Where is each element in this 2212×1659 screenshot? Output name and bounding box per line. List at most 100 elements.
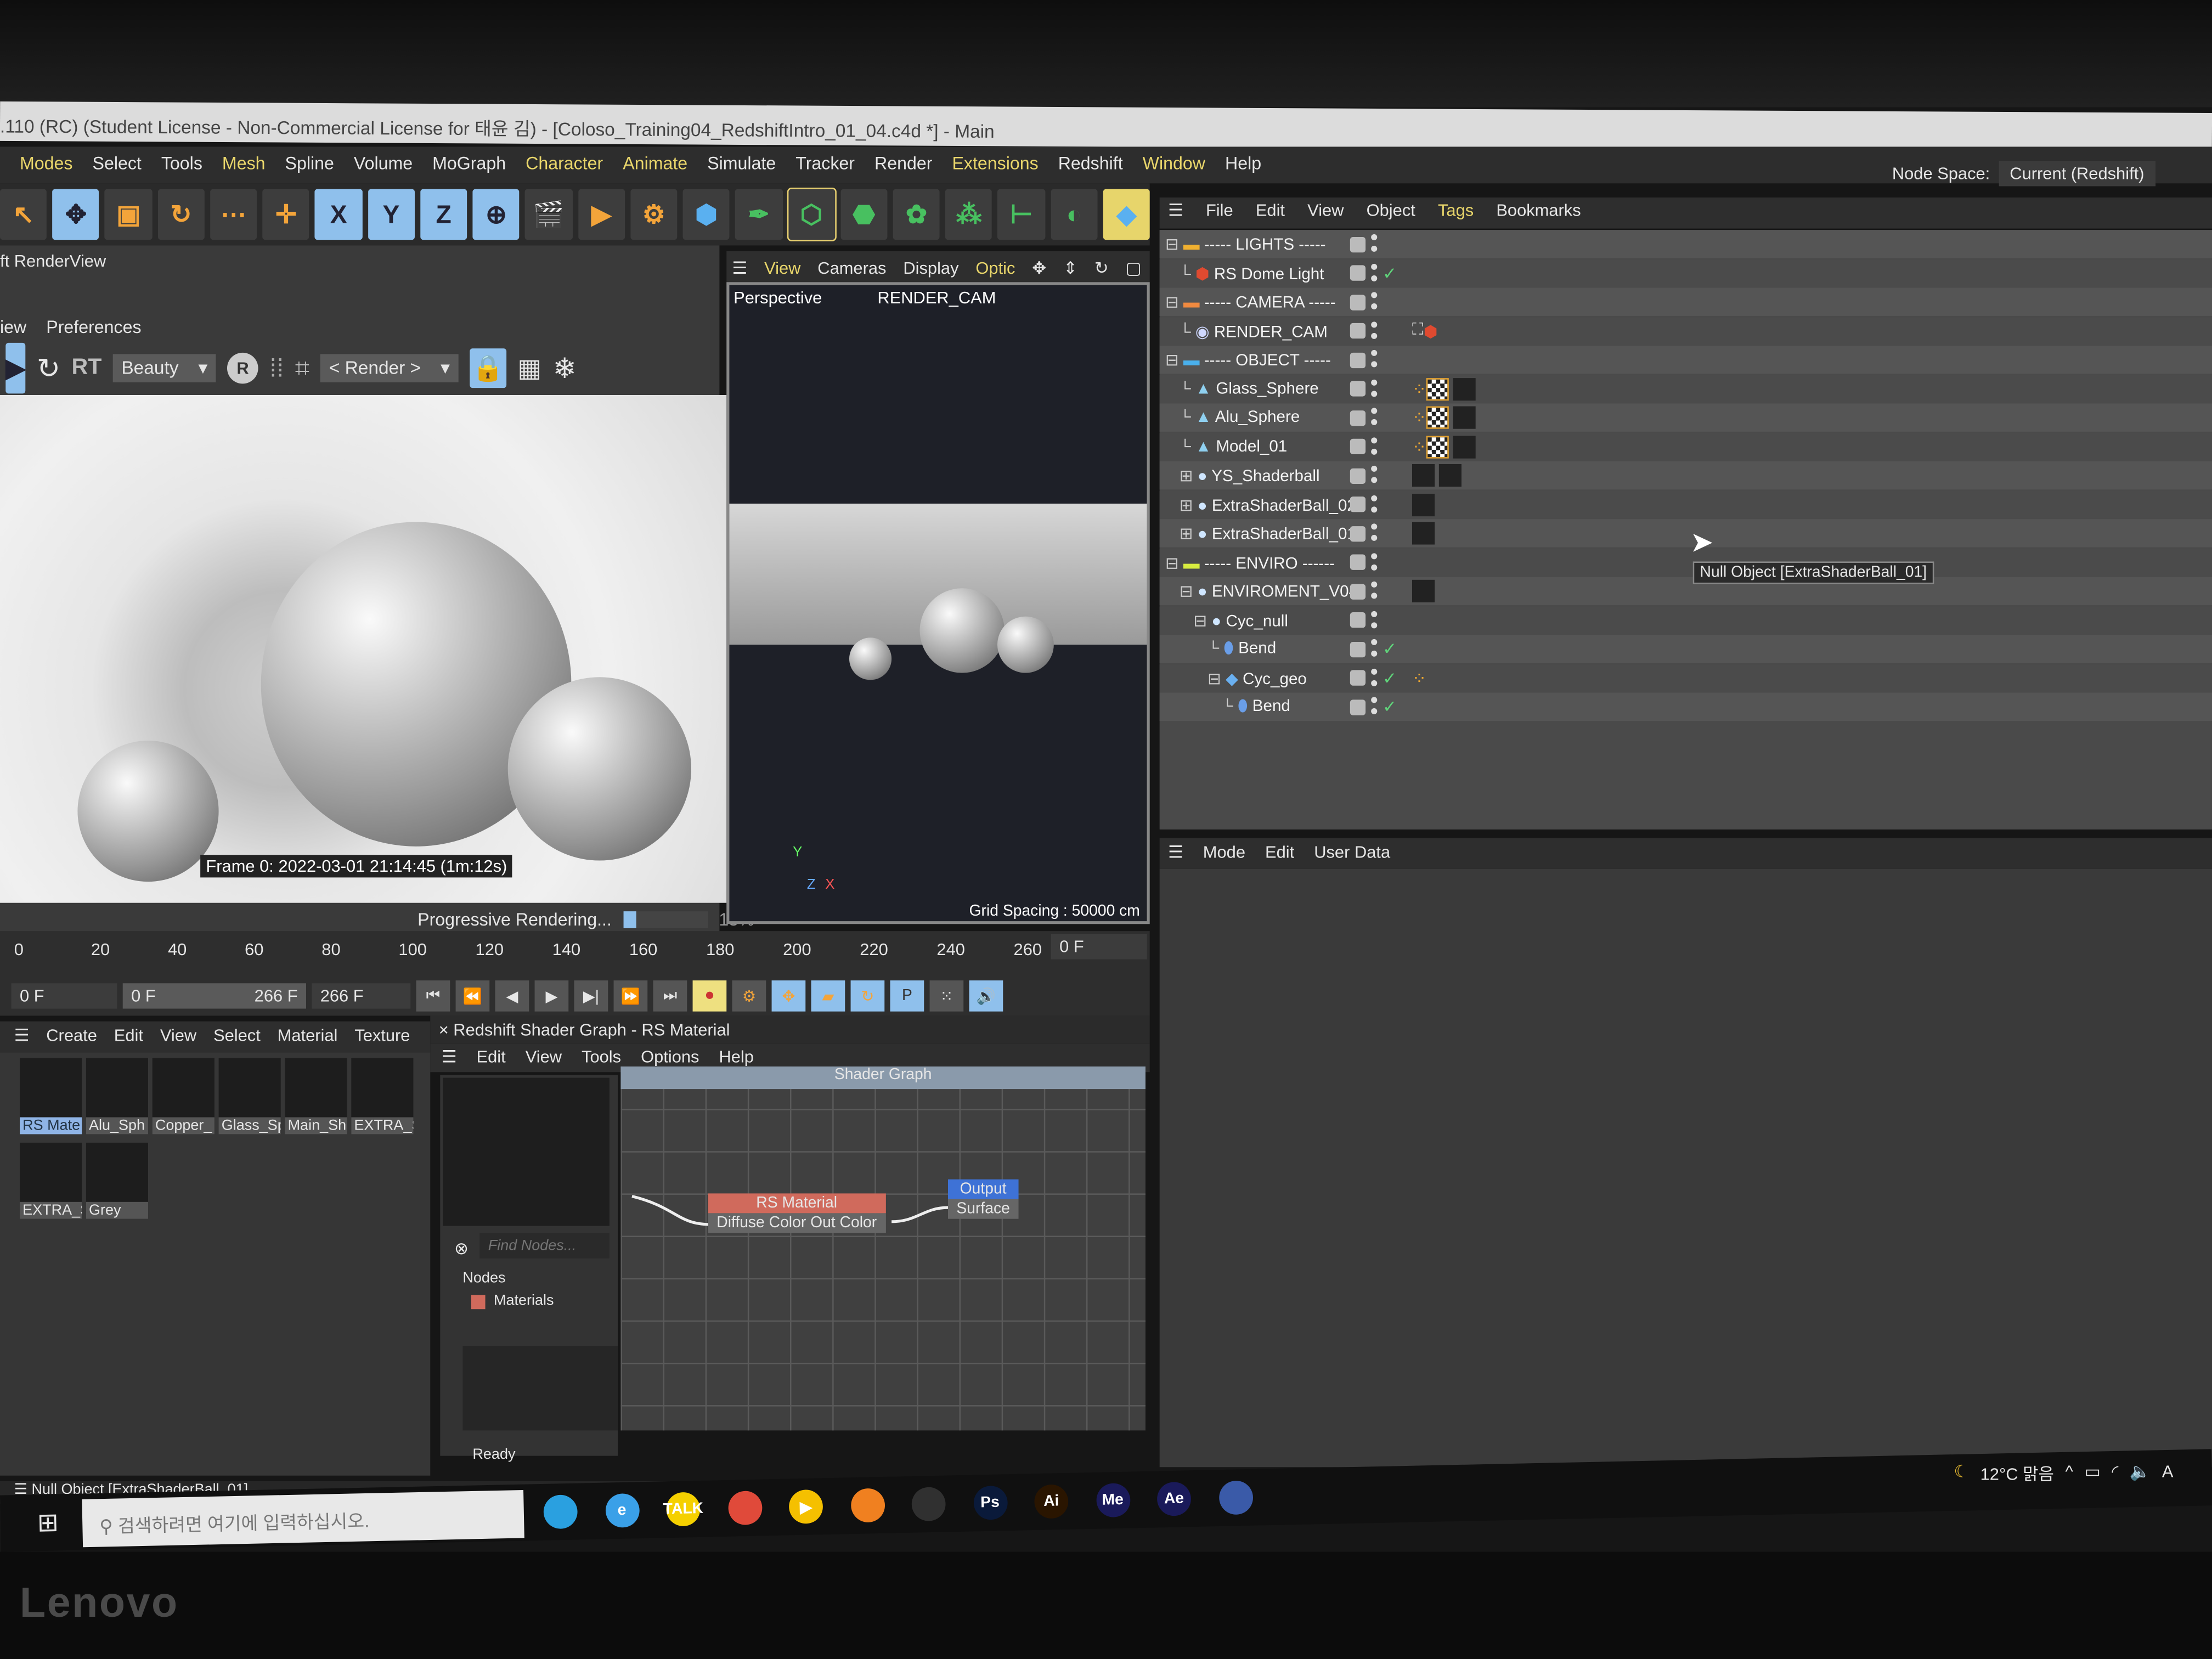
aov-select[interactable]: Beauty ▾ (112, 354, 216, 382)
hamburger-icon[interactable]: ☰ (442, 1047, 457, 1069)
expand-icon[interactable]: ⊞ (1180, 497, 1198, 514)
menu-tracker[interactable]: Tracker (795, 154, 855, 183)
material-tag-icon[interactable] (1412, 493, 1435, 516)
layer-checkbox[interactable] (1350, 294, 1366, 310)
obs-icon[interactable] (911, 1487, 946, 1522)
enabled-check-icon[interactable]: ✓ (1383, 697, 1397, 716)
layer-checkbox[interactable] (1350, 525, 1366, 541)
object-row[interactable]: ⊟ ● ENVIROMENT_V04 ● ● (1159, 577, 2212, 606)
grid-icon[interactable]: ▦ (517, 353, 541, 383)
kakaotalk-icon[interactable]: TALK (663, 1492, 703, 1527)
viewport-menu-display[interactable]: Display (903, 258, 958, 278)
visibility-dots-icon[interactable]: ● ● (1370, 693, 1379, 719)
object-row[interactable]: └ ⬮ Bend ● ● ✓ (1159, 692, 2212, 721)
move-icon[interactable]: ✥ (52, 189, 100, 240)
enabled-check-icon[interactable]: ✓ (1383, 668, 1397, 688)
visibility-dots-icon[interactable]: ● ● (1370, 462, 1379, 487)
phong-tag-icon[interactable]: ⁘ (1412, 408, 1426, 427)
y-axis-icon[interactable]: Y (368, 189, 415, 240)
subdivision-icon[interactable]: ⬡ (786, 187, 837, 241)
coordinate-system-icon[interactable]: ⊕ (472, 189, 520, 240)
material-tag-icon[interactable] (1453, 406, 1476, 429)
mm-menu-create[interactable]: Create (46, 1025, 97, 1048)
start-render-icon[interactable]: ▶ (5, 342, 26, 394)
hamburger-icon[interactable]: ☰ (14, 1025, 30, 1048)
sg-menu-options[interactable]: Options (641, 1047, 699, 1069)
target-tag-icon[interactable]: ⛶ (1412, 321, 1424, 340)
previous-key-icon[interactable]: ⏪ (455, 980, 490, 1012)
object-row[interactable]: ⊞ ● ExtraShaderBall_02 ● ● (1159, 490, 2212, 518)
output-node-port[interactable]: Surface (947, 1199, 1019, 1219)
collapse-icon[interactable]: ⊟ (1193, 613, 1211, 630)
rs-object-tag-icon[interactable] (1426, 377, 1449, 400)
expand-icon[interactable]: ⊞ (1180, 469, 1198, 486)
layer-checkbox[interactable] (1350, 699, 1366, 715)
object-row[interactable]: ⊟ ● Cyc_null ● ● (1159, 606, 2212, 634)
move-view-icon[interactable]: ✥ (1032, 258, 1046, 278)
phong-tag-icon[interactable]: ⁘ (1412, 379, 1426, 398)
viewport-menu-view[interactable]: View (764, 258, 800, 278)
object-row[interactable]: ⊟ ▬ ----- LIGHTS ----- ● ● (1159, 230, 2212, 258)
dots-grid-icon[interactable]: ⁞⁞ (269, 353, 284, 383)
blender-icon[interactable] (850, 1488, 885, 1523)
z-axis-icon[interactable]: Z (420, 189, 467, 240)
chevron-up-icon[interactable]: ^ (2066, 1462, 2074, 1486)
material-swatch[interactable]: EXTRA_S (351, 1058, 414, 1135)
object-row[interactable]: ⊟ ◆ Cyc_geo ● ● ✓ ⁘ (1159, 663, 2212, 692)
menu-simulate[interactable]: Simulate (707, 154, 776, 183)
attr-menu-user-data[interactable]: User Data (1314, 842, 1390, 865)
menu-extensions[interactable]: Extensions (952, 154, 1038, 183)
sg-menu-view[interactable]: View (526, 1047, 562, 1069)
volume-icon[interactable]: 🔈 (2130, 1462, 2151, 1486)
om-menu-bookmarks[interactable]: Bookmarks (1496, 200, 1581, 225)
wifi-icon[interactable]: ◜ (2112, 1462, 2118, 1486)
sg-menu-edit[interactable]: Edit (477, 1047, 506, 1069)
rs-material-node[interactable]: RS Material Diffuse Color Out Color (708, 1193, 885, 1233)
material-tag-icon[interactable] (1412, 464, 1435, 487)
menu-tools[interactable]: Tools (161, 154, 202, 183)
close-icon[interactable]: × (439, 1020, 454, 1040)
clear-search-icon[interactable]: ⊗ (454, 1239, 469, 1259)
viewport-menu-cameras[interactable]: Cameras (817, 258, 886, 278)
visibility-dots-icon[interactable]: ● ● (1370, 607, 1379, 632)
illustrator-icon[interactable]: Ai (1034, 1484, 1069, 1519)
rs-object-tag-icon[interactable] (1426, 435, 1449, 458)
cube-icon[interactable]: ⬢ (682, 189, 730, 240)
collapse-icon[interactable]: ⊟ (1180, 584, 1198, 601)
snowflake-icon[interactable]: ❄ (553, 351, 577, 386)
object-row[interactable]: ⊟ ▬ ----- CAMERA ----- ● ● (1159, 287, 2212, 316)
rotate-icon[interactable]: ↻ (157, 189, 205, 240)
edge-icon[interactable] (543, 1494, 578, 1530)
visibility-dots-icon[interactable]: ● ● (1370, 520, 1379, 545)
menu-redshift[interactable]: Redshift (1058, 154, 1123, 183)
layer-checkbox[interactable] (1350, 496, 1366, 512)
rt-toggle[interactable]: RT (72, 356, 102, 381)
play-icon[interactable]: ▶ (534, 980, 569, 1012)
menu-character[interactable]: Character (526, 154, 603, 183)
r-button[interactable]: R (227, 352, 258, 384)
visibility-dots-icon[interactable]: ● ● (1370, 375, 1379, 400)
collapse-icon[interactable]: ⊟ (1207, 671, 1226, 688)
material-swatch[interactable]: Alu_Sph (86, 1058, 148, 1135)
visibility-dots-icon[interactable]: ● ● (1370, 289, 1379, 314)
visibility-dots-icon[interactable]: ● ● (1370, 578, 1379, 603)
object-row[interactable]: ⊞ ● ExtraShaderBall_01 ● ● (1159, 519, 2212, 548)
object-row[interactable]: └ ▲ Alu_Sphere ● ● ⁘ (1159, 403, 2212, 432)
refresh-icon[interactable]: ↻ (37, 351, 60, 386)
layer-checkbox[interactable] (1350, 265, 1366, 281)
om-menu-view[interactable]: View (1307, 200, 1344, 225)
camera-object-icon[interactable]: ◐ (1050, 189, 1098, 240)
menu-modes[interactable]: Modes (20, 154, 73, 183)
key-rotation-icon[interactable]: ↻ (850, 980, 885, 1012)
material-tag-icon[interactable] (1453, 435, 1476, 458)
maximize-view-icon[interactable]: ▢ (1125, 258, 1141, 278)
next-frame-icon[interactable]: ▶| (574, 980, 608, 1012)
windows-start-icon[interactable]: ⊞ (37, 1508, 59, 1538)
object-row[interactable]: └ ⬮ Bend ● ● ✓ (1159, 635, 2212, 663)
array-icon[interactable]: ⁂ (945, 189, 992, 240)
menu-render[interactable]: Render (874, 154, 932, 183)
go-to-end-icon[interactable]: ⏭ (653, 980, 687, 1012)
tree-item-materials[interactable]: Materials (494, 1292, 554, 1309)
deformer-icon[interactable]: ⊢ (998, 189, 1045, 240)
internet-explorer-icon[interactable]: e (605, 1493, 640, 1528)
